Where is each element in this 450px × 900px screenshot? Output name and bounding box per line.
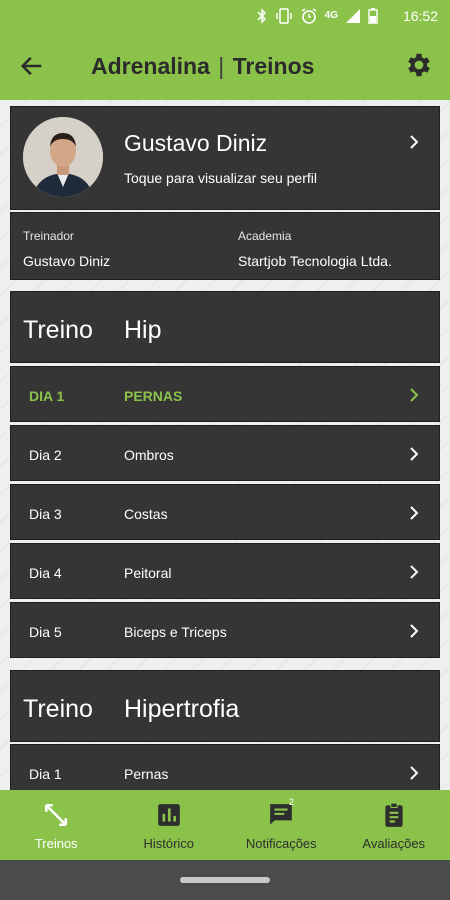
nav-label: Notificações <box>245 836 317 851</box>
nav-label: Treinos <box>34 836 78 851</box>
workout-name: Hipertrofia <box>124 695 240 723</box>
chevron-right-icon <box>410 447 419 461</box>
muscle-group: Costas <box>124 506 168 522</box>
vibrate-icon <box>275 8 292 24</box>
nav-historico[interactable]: Histórico <box>113 790 226 860</box>
muscle-group: Peitoral <box>124 565 172 581</box>
nav-label: Histórico <box>143 836 195 851</box>
workout-day-row[interactable]: Dia 5 Biceps e Triceps <box>10 602 440 658</box>
alarm-icon <box>301 8 317 24</box>
bluetooth-icon <box>257 8 266 24</box>
bottom-navigation: Treinos Histórico 2 Notificações Avaliaç… <box>0 790 450 860</box>
profile-subtitle: Toque para visualizar seu perfil <box>124 170 317 186</box>
workout-day-row[interactable]: Dia 1 Pernas <box>10 744 440 790</box>
title-app: Adrenalina <box>91 53 210 79</box>
workout-day-row[interactable]: Dia 2 Ombros <box>10 425 440 481</box>
chevron-right-icon <box>410 624 419 638</box>
gym-value: Startjob Tecnologia Ltda. <box>238 253 392 269</box>
muscle-group: PERNAS <box>124 388 183 404</box>
profile-name: Gustavo Diniz <box>124 130 268 156</box>
network-type: 4G <box>324 10 338 21</box>
profile-card[interactable]: Gustavo Diniz Toque para visualizar seu … <box>10 106 440 210</box>
chevron-right-icon <box>410 766 419 780</box>
system-nav-bar <box>0 860 450 900</box>
muscle-group: Ombros <box>124 447 174 463</box>
home-gesture-pill[interactable] <box>180 877 270 883</box>
content-area[interactable]: Gustavo Diniz Toque para visualizar seu … <box>0 100 450 790</box>
day-label: Dia 5 <box>29 624 62 640</box>
info-card: Treinador Gustavo Diniz Academia Startjo… <box>10 212 440 280</box>
avatar <box>23 117 103 197</box>
avatar-image <box>23 117 103 197</box>
muscle-group: Biceps e Triceps <box>124 624 227 640</box>
status-bar: 4G 16:52 <box>0 0 450 32</box>
workout-day-row[interactable]: DIA 1 PERNAS <box>10 366 440 422</box>
workout-name: Hip <box>124 316 162 344</box>
nav-notificacoes[interactable]: 2 Notificações <box>225 790 338 860</box>
title-section: Treinos <box>232 53 315 79</box>
clipboard-icon <box>385 802 403 827</box>
app-bar: Adrenalina | Treinos <box>0 32 450 100</box>
day-label: Dia 4 <box>29 565 62 581</box>
chevron-right-icon <box>410 565 419 579</box>
workout-day-row[interactable]: Dia 3 Costas <box>10 484 440 540</box>
clock: 16:52 <box>402 8 438 24</box>
workout-label: Treino <box>23 316 93 344</box>
workout-header: Treino Hipertrofia <box>10 670 440 742</box>
chevron-right-icon <box>410 388 419 402</box>
day-label: Dia 3 <box>29 506 62 522</box>
gym-label: Academia <box>238 229 292 243</box>
notification-badge: 2 <box>289 797 295 807</box>
arrows-expand-icon <box>45 803 68 827</box>
bar-chart-icon <box>157 804 180 826</box>
page-title: Adrenalina | Treinos <box>91 53 314 80</box>
status-icons: 4G <box>257 7 378 25</box>
signal-icon <box>346 9 360 23</box>
muscle-group: Pernas <box>124 766 169 782</box>
trainer-value: Gustavo Diniz <box>23 253 111 269</box>
day-label: DIA 1 <box>29 388 65 404</box>
chevron-right-icon <box>410 135 419 149</box>
day-label: Dia 2 <box>29 447 62 463</box>
gear-icon[interactable] <box>404 50 434 80</box>
back-arrow-icon[interactable] <box>18 52 46 80</box>
chevron-right-icon <box>410 506 419 520</box>
battery-icon <box>368 8 378 24</box>
day-label: Dia 1 <box>29 766 62 782</box>
title-separator: | <box>218 53 225 79</box>
nav-label: Avaliações <box>362 836 426 851</box>
workout-label: Treino <box>23 695 93 723</box>
nav-avaliacoes[interactable]: Avaliações <box>338 790 450 860</box>
trainer-label: Treinador <box>23 229 74 243</box>
workout-header: Treino Hip <box>10 291 440 363</box>
nav-treinos[interactable]: Treinos <box>0 790 113 860</box>
workout-day-row[interactable]: Dia 4 Peitoral <box>10 543 440 599</box>
